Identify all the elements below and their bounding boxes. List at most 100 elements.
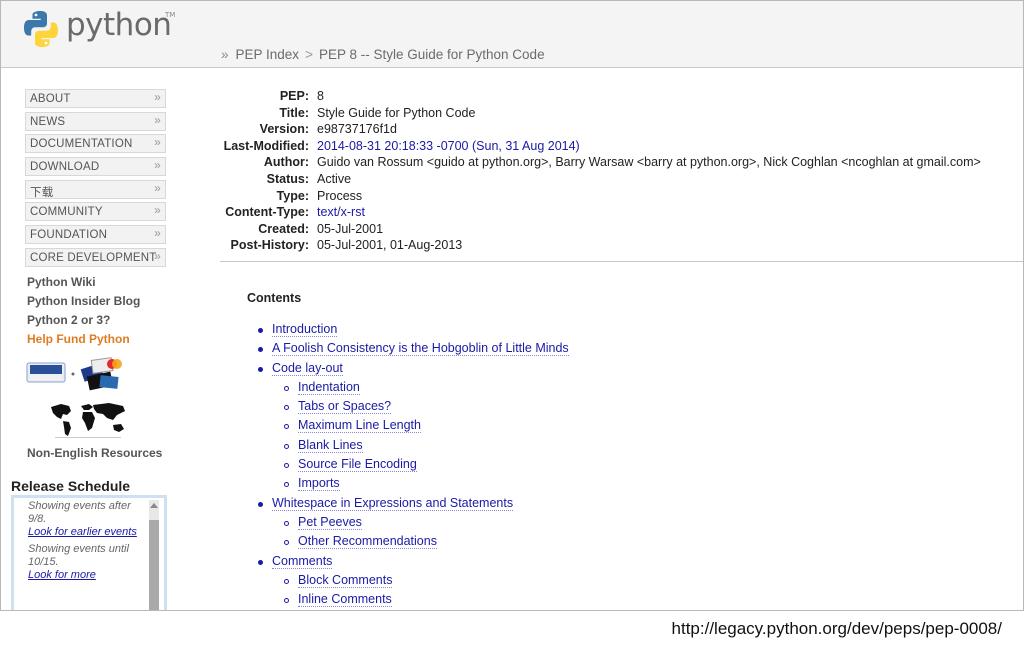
- toc-link-pet-peeves[interactable]: Pet Peeves: [298, 514, 362, 530]
- pep-field-value: Style Guide for Python Code: [317, 105, 476, 120]
- logo-wordmark[interactable]: python: [66, 7, 172, 43]
- sidebar-item-about[interactable]: ABOUT »: [25, 89, 166, 108]
- bullet-icon: [258, 559, 263, 565]
- sidebar-item-news[interactable]: NEWS »: [25, 111, 166, 131]
- toc-item: Block Comments: [256, 572, 756, 592]
- toc-item: Comments: [256, 553, 756, 573]
- content-type-link[interactable]: text/x-rst: [317, 205, 365, 219]
- release-schedule-content: Showing events after 9/8. Look for earli…: [16, 500, 146, 586]
- toc-link-introduction[interactable]: Introduction: [272, 322, 338, 337]
- bullet-icon: [258, 501, 263, 507]
- help-fund-python-link[interactable]: Help Fund Python: [27, 332, 130, 346]
- pep-field-row: Created: 05-Jul-2001: [201, 222, 1001, 239]
- toc-item: Imports: [256, 476, 756, 495]
- scrollbar-thumb[interactable]: [149, 520, 159, 610]
- sidebar-item-label: COMMUNITY: [30, 206, 103, 219]
- world-map-icon[interactable]: [47, 401, 129, 439]
- pep-field-value: Active: [317, 171, 352, 186]
- toc-link-other-recommendations[interactable]: Other Recommendations: [298, 534, 437, 550]
- sidebar-item-label: 下载: [30, 186, 54, 199]
- pep-field-key: Author:: [263, 155, 309, 170]
- toc-link-imports[interactable]: Imports: [298, 476, 340, 492]
- python-logo-icon[interactable]: [23, 10, 59, 48]
- sidebar-item-foundation[interactable]: FOUNDATION »: [25, 225, 166, 245]
- more-events-link[interactable]: Look for more: [16, 569, 146, 582]
- python-wiki-link[interactable]: Python Wiki: [27, 275, 96, 289]
- pep-field-key: Post-History:: [230, 238, 309, 253]
- non-english-resources-link[interactable]: Non-English Resources: [27, 446, 162, 460]
- pep-field-key: Status:: [266, 171, 309, 186]
- toc-link-source-file-encoding[interactable]: Source File Encoding: [298, 457, 417, 473]
- toc-item: Other Recommendations: [256, 534, 756, 553]
- pep-field-value: 05-Jul-2001, 01-Aug-2013: [317, 238, 463, 253]
- sidebar-item-documentation[interactable]: DOCUMENTATION »: [25, 134, 166, 154]
- breadcrumb-current-page[interactable]: PEP 8 -- Style Guide for Python Code: [319, 47, 545, 62]
- sidebar-item-label: ABOUT: [30, 93, 71, 105]
- logo-trademark: TM: [165, 11, 176, 19]
- circle-bullet-icon: [284, 424, 289, 430]
- url-caption: http://legacy.python.org/dev/peps/pep-00…: [671, 619, 1002, 638]
- toc-link-comments[interactable]: Comments: [272, 553, 333, 569]
- breadcrumb-pep-index[interactable]: PEP Index: [236, 47, 300, 62]
- toc-item: Inline Comments: [256, 592, 756, 610]
- pep-field-row: Post-History: 05-Jul-2001, 01-Aug-2013: [201, 238, 1001, 255]
- circle-bullet-icon: [284, 520, 289, 526]
- sidebar-item-label: FOUNDATION: [30, 229, 108, 242]
- release-schedule-widget: Showing events after 9/8. Look for earli…: [11, 495, 167, 610]
- chevron-right-icon: »: [154, 112, 161, 127]
- toc-link-maximum-line-length[interactable]: Maximum Line Length: [298, 418, 421, 434]
- toc-link-foolish-consistency[interactable]: A Foolish Consistency is the Hobgoblin o…: [272, 341, 569, 357]
- breadcrumb-separator: >: [305, 47, 313, 62]
- release-block: Showing events until 10/15. Look for mor…: [16, 543, 146, 582]
- pep-field-row: Type: Process: [201, 189, 1001, 206]
- sidebar-item-download[interactable]: DOWNLOAD »: [25, 157, 166, 177]
- python-insider-blog-link[interactable]: Python Insider Blog: [27, 294, 140, 308]
- toc-link-tabs-or-spaces[interactable]: Tabs or Spaces?: [298, 399, 392, 415]
- pep-field-value: Guido van Rossum <guido at python.org>, …: [317, 155, 981, 170]
- breadcrumb: » PEP Index > PEP 8 -- Style Guide for Pyth…: [221, 47, 545, 62]
- breadcrumb-lead-icon: »: [221, 47, 229, 62]
- bullet-icon: [258, 328, 263, 333]
- circle-bullet-icon: [284, 385, 289, 391]
- paypal-donate-icon[interactable]: [26, 356, 126, 392]
- chevron-right-icon: »: [154, 226, 161, 241]
- release-block-text: Showing events until 10/15.: [28, 543, 129, 568]
- toc-link-blank-lines[interactable]: Blank Lines: [298, 437, 363, 453]
- toc-link-block-comments[interactable]: Block Comments: [298, 572, 393, 588]
- toc-link-indentation[interactable]: Indentation: [298, 379, 360, 395]
- sidebar-item-label: DOWNLOAD: [30, 161, 100, 174]
- pep-field-key: Last-Modified:: [223, 138, 309, 153]
- toc-link-inline-comments[interactable]: Inline Comments: [298, 592, 392, 608]
- pep-field-value: 8: [317, 89, 324, 103]
- circle-bullet-icon: [284, 578, 289, 584]
- pep-field-key: Version:: [259, 122, 309, 137]
- table-of-contents: Introduction A Foolish Consistency is th…: [256, 322, 756, 610]
- pep-field-key: Type:: [276, 188, 309, 203]
- circle-bullet-icon: [284, 463, 289, 469]
- circle-bullet-icon: [284, 405, 289, 411]
- bullet-icon: [258, 366, 263, 372]
- release-schedule-title: Release Schedule: [11, 478, 131, 494]
- browser-page: python TM » PEP Index > PEP 8 -- Style Guid…: [0, 0, 1024, 611]
- contents-heading: Contents: [247, 291, 302, 305]
- last-modified-link[interactable]: 2014-08-31 20:18:33 -0700 (Sun, 31 Aug 2…: [317, 139, 580, 153]
- sidebar-item-download-chinese[interactable]: 下载 »: [25, 179, 166, 199]
- toc-item: Code lay-out: [256, 360, 756, 380]
- site-header: python TM » PEP Index > PEP 8 -- Style Guid…: [1, 1, 1023, 68]
- sidebar-item-label: DOCUMENTATION: [30, 138, 133, 151]
- toc-link-whitespace[interactable]: Whitespace in Expressions and Statements: [272, 495, 514, 511]
- circle-bullet-icon: [284, 540, 289, 546]
- release-scrollbar[interactable]: [149, 500, 159, 610]
- bullet-icon: [258, 347, 263, 353]
- python-2-or-3-link[interactable]: Python 2 or 3?: [27, 313, 110, 327]
- sidebar-item-core-development[interactable]: CORE DEVELOPMENT»: [25, 247, 166, 267]
- scroll-up-icon[interactable]: [150, 503, 158, 508]
- toc-item: Indentation: [256, 379, 756, 399]
- earlier-events-link[interactable]: Look for earlier events: [16, 526, 146, 539]
- toc-link-code-layout[interactable]: Code lay-out: [272, 360, 343, 376]
- toc-item: Maximum Line Length: [256, 418, 756, 437]
- pep-metadata-table: PEP: 8 Title: Style Guide for Python Code …: [201, 89, 1001, 255]
- sidebar-item-community[interactable]: COMMUNITY »: [25, 202, 166, 222]
- pep-field-row: Last-Modified: 2014-08-31 20:18:33 -0700 …: [201, 139, 1001, 156]
- chevron-right-icon: »: [154, 180, 161, 195]
